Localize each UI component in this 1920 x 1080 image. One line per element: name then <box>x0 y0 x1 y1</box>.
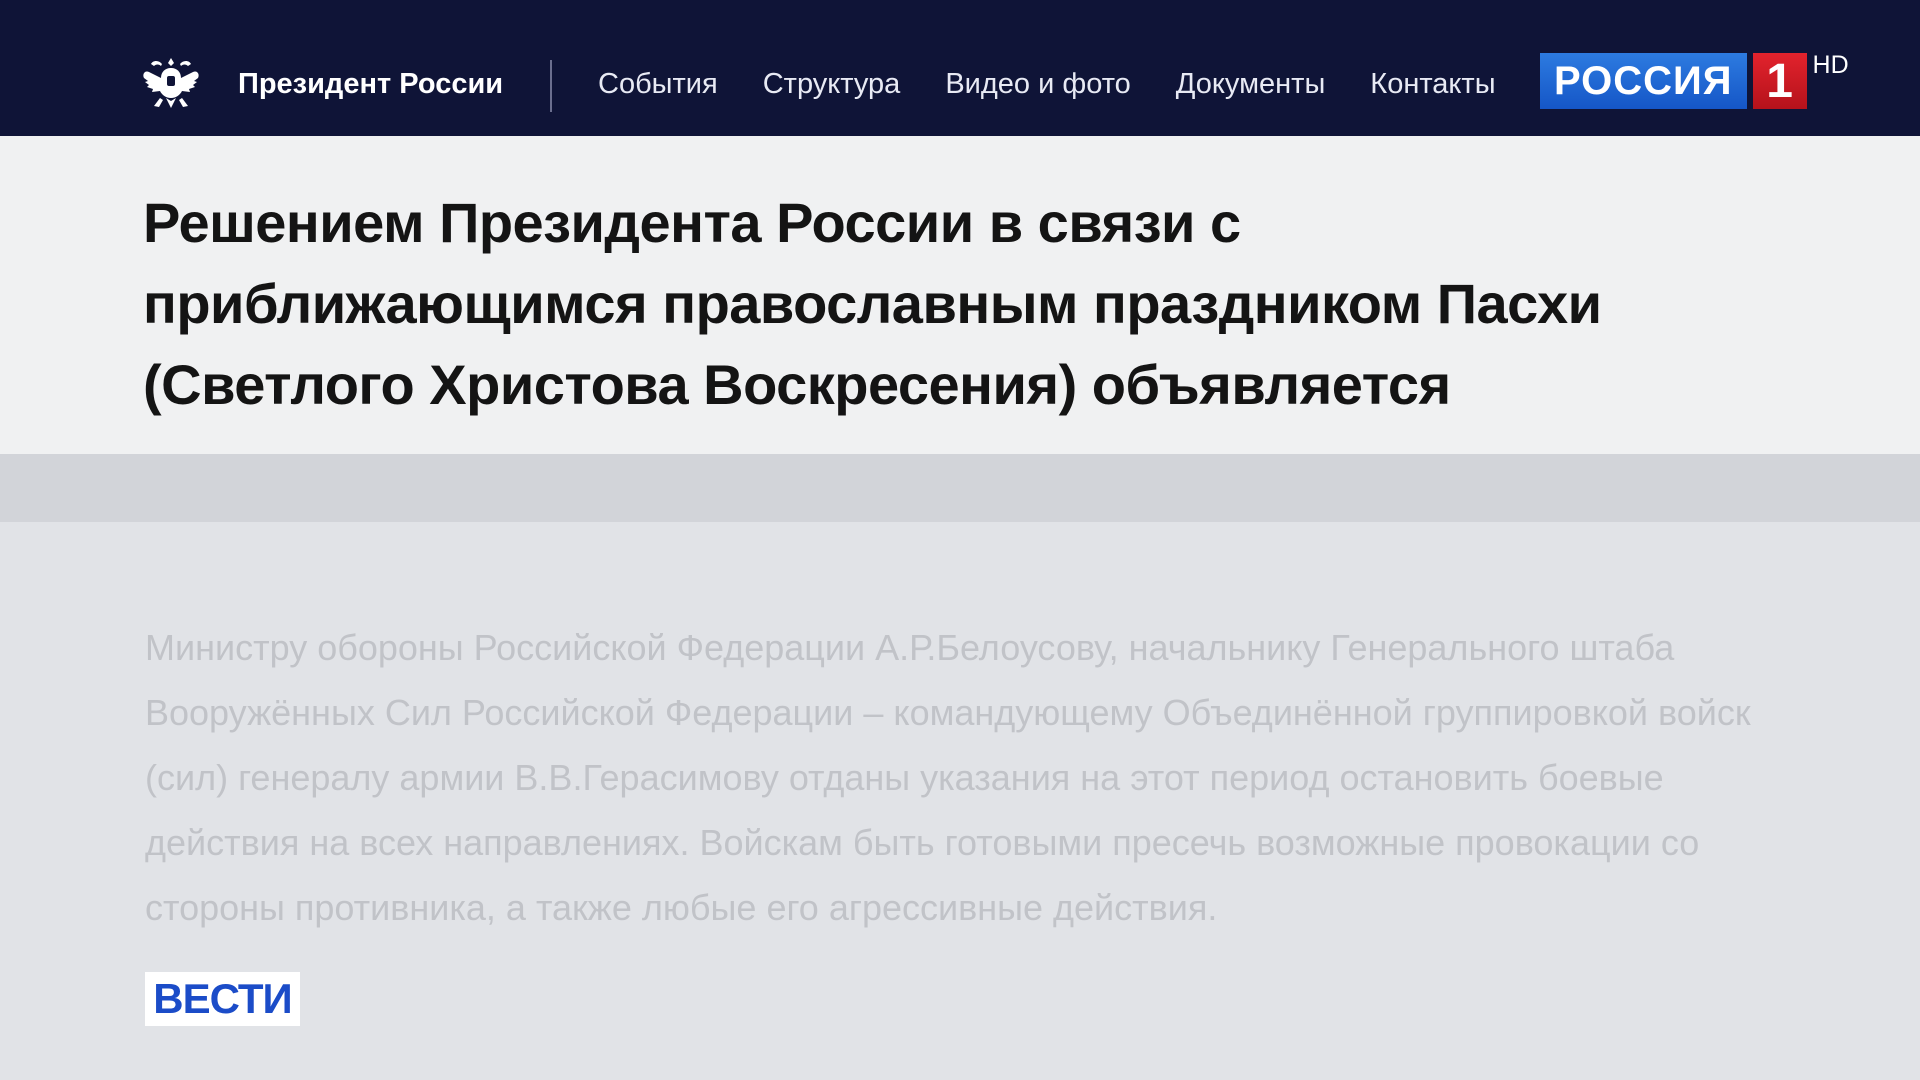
nav-item-events[interactable]: События <box>598 62 718 106</box>
double-headed-eagle-icon[interactable] <box>140 52 202 114</box>
program-logo: ВЕСТИ <box>145 972 300 1026</box>
hd-badge: HD <box>1812 51 1849 79</box>
main-nav: События Структура Видео и фото Документы… <box>598 62 1496 106</box>
channel-name: РОССИЯ <box>1540 53 1747 109</box>
article-body: Министру обороны Российской Федерации А.… <box>145 627 1751 928</box>
nav-item-video-photo[interactable]: Видео и фото <box>945 62 1130 106</box>
site-header: Президент России События Структура Видео… <box>0 0 1920 136</box>
channel-logo: РОССИЯ 1 HD <box>1540 51 1849 109</box>
channel-number: 1 <box>1752 53 1807 109</box>
nav-item-contacts[interactable]: Контакты <box>1370 62 1495 106</box>
site-title[interactable]: Президент России <box>238 62 503 106</box>
nav-item-documents[interactable]: Документы <box>1176 62 1326 106</box>
nav-item-structure[interactable]: Структура <box>763 62 901 106</box>
section-divider-band <box>0 454 1920 522</box>
nav-divider <box>550 60 552 112</box>
